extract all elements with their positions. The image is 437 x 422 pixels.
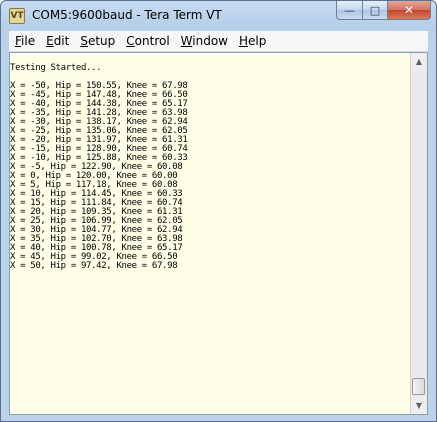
maximize-button[interactable]: □ [362,1,388,20]
menu-edit-label: dit [53,34,70,48]
tera-term-app-icon[interactable]: VT [9,8,25,24]
terminal-client-area: Testing Started... X = -50, Hip = 150.55… [9,52,428,415]
menu-help-label: elp [248,34,267,48]
menu-control-label: ontrol [134,34,170,48]
menu-file-label: ile [21,34,36,48]
menu-edit-accel: E [46,34,54,48]
scrollbar-thumb[interactable] [412,378,425,395]
menu-setup-accel: S [80,34,88,48]
close-button[interactable]: ✕ [388,1,431,20]
menu-bar: File Edit Setup Control Window Help [9,31,428,52]
scroll-down-arrow-icon: ▼ [415,401,423,410]
terminal-line: X = 50, Hip = 97.42, Knee = 67.98 [10,261,178,271]
minimize-button[interactable]: — [336,1,362,20]
menu-file[interactable]: File [9,31,40,51]
scroll-up-button[interactable]: ▲ [411,53,427,70]
caption-buttons: — □ ✕ [336,1,431,21]
menu-window-accel: W [180,34,193,48]
menu-setup[interactable]: Setup [74,31,120,51]
menu-edit[interactable]: Edit [40,31,74,51]
menu-window-label: indow [192,34,228,48]
menu-setup-label: etup [87,34,116,48]
terminal-output[interactable]: Testing Started... X = -50, Hip = 150.55… [10,55,409,412]
maximize-icon: □ [369,3,381,17]
menu-control[interactable]: Control [120,31,174,51]
terminal-line: Testing Started... [10,63,102,73]
vertical-scrollbar[interactable]: ▲ ▼ [410,53,427,414]
menu-help-accel: H [239,34,249,48]
scroll-up-arrow-icon: ▲ [415,57,423,66]
close-icon: ✕ [403,3,415,17]
title-bar[interactable]: VT COM5:9600baud - Tera Term VT — □ ✕ [1,1,436,31]
menu-help[interactable]: Help [233,31,271,51]
scroll-down-button[interactable]: ▼ [411,397,427,414]
menu-window[interactable]: Window [175,31,233,51]
minimize-icon: — [344,3,355,17]
window-title: COM5:9600baud - Tera Term VT [32,8,222,22]
menu-control-accel: C [126,34,135,48]
tera-term-window: VT COM5:9600baud - Tera Term VT — □ ✕ Fi… [0,0,437,422]
